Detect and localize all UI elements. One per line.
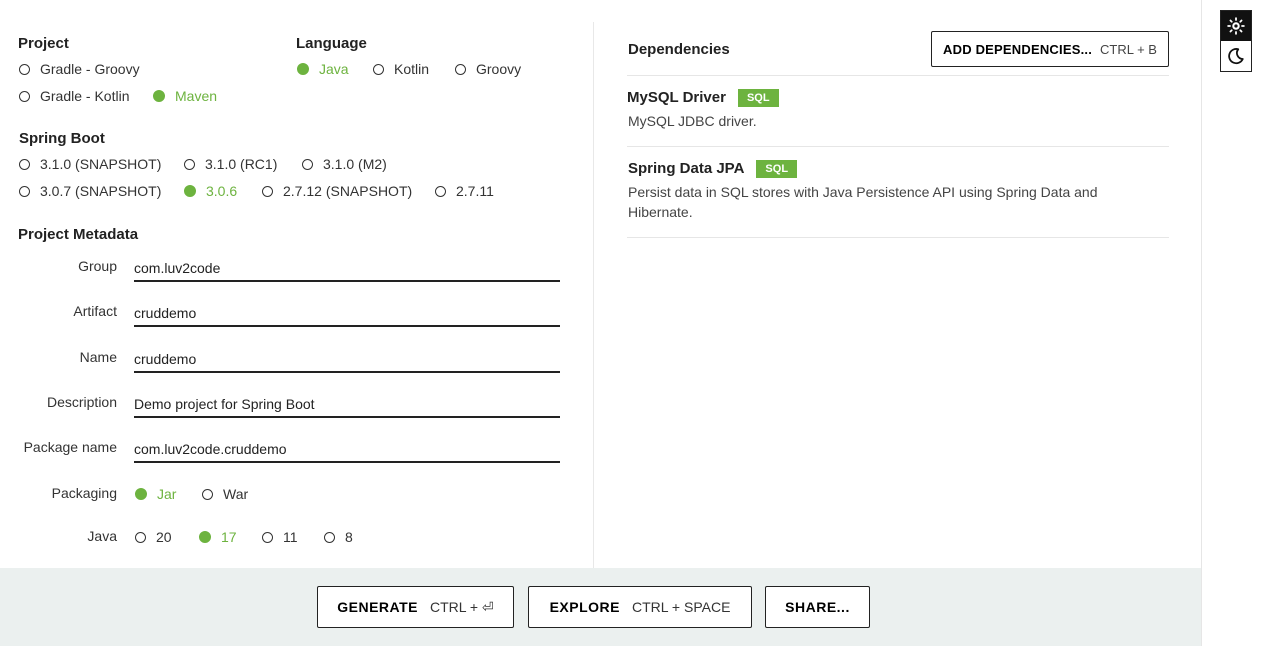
add-dependencies-button[interactable]: ADD DEPENDENCIES... CTRL + B [931,31,1169,67]
packaging-war-radio[interactable]: War [202,486,248,502]
project-heading: Project [18,35,69,52]
project-gradle-groovy-radio[interactable]: Gradle - Groovy [19,61,140,77]
boot-310-rc1-radio[interactable]: 3.1.0 (RC1) [184,156,277,172]
dark-theme-button[interactable] [1221,41,1251,71]
boot-310-m2-radio[interactable]: 3.1.0 (M2) [302,156,387,172]
light-theme-button[interactable] [1221,11,1251,41]
java-8-radio[interactable]: 8 [324,529,353,545]
dependency-badge: SQL [756,160,798,179]
options-column: Project Gradle - Groovy Gradle - Kotlin … [0,0,593,568]
boot-310-snapshot-radio[interactable]: 3.1.0 (SNAPSHOT) [19,156,161,172]
packaging-label: Packaging [51,485,117,501]
language-java-radio[interactable]: Java [297,61,349,77]
moon-icon [1228,48,1244,65]
dependency-badge: SQL [737,89,779,108]
language-groovy-radio[interactable]: Groovy [455,61,521,77]
dependency-description: MySQL JDBC driver. [628,113,757,129]
action-footer: GENERATE CTRL + ⏎ EXPLORE CTRL + SPACE SHA… [0,568,1201,646]
dependencies-heading: Dependencies [628,41,730,58]
java-17-radio[interactable]: 17 [199,529,237,545]
name-input[interactable] [134,347,560,373]
dependency-mysql-driver[interactable]: MySQL Driver SQL [627,89,779,108]
language-heading: Language [296,35,367,52]
sun-icon [1227,17,1245,35]
boot-306-radio[interactable]: 3.0.6 [184,183,237,199]
right-sidebar [1201,0,1268,646]
project-metadata-heading: Project Metadata [18,226,139,243]
boot-307-snapshot-radio[interactable]: 3.0.7 (SNAPSHOT) [19,183,161,199]
dependency-spring-data-jpa[interactable]: Spring Data JPA SQL [628,160,798,179]
project-maven-radio[interactable]: Maven [153,88,217,104]
name-label: Name [79,349,117,365]
share-button[interactable]: SHARE... [765,586,870,628]
dependencies-divider-top [627,75,1169,76]
project-gradle-kotlin-radio[interactable]: Gradle - Kotlin [19,88,129,104]
explore-button[interactable]: EXPLORE CTRL + SPACE [528,586,752,628]
dependency-divider [627,146,1169,147]
dependency-description: Persist data in SQL stores with Java Per… [628,184,1098,220]
theme-toggle [1220,10,1252,72]
spring-boot-heading: Spring Boot [19,130,105,147]
group-input[interactable] [134,256,560,282]
artifact-input[interactable] [134,301,560,327]
boot-2711-radio[interactable]: 2.7.11 [435,183,494,199]
java-20-radio[interactable]: 20 [135,529,172,545]
main-area: Project Gradle - Groovy Gradle - Kotlin … [0,0,1201,646]
description-label: Description [46,394,117,410]
boot-2712-snapshot-radio[interactable]: 2.7.12 (SNAPSHOT) [262,183,412,199]
packaging-jar-radio[interactable]: Jar [135,486,176,502]
language-kotlin-radio[interactable]: Kotlin [373,61,429,77]
dependencies-column: Dependencies ADD DEPENDENCIES... CTRL + … [594,0,1201,568]
artifact-label: Artifact [73,303,117,319]
package-name-input[interactable] [134,437,560,463]
java-label: Java [87,528,117,544]
dependency-divider [627,237,1169,238]
description-input[interactable] [134,392,560,418]
generate-button[interactable]: GENERATE CTRL + ⏎ [317,586,514,628]
group-label: Group [78,258,117,274]
package-name-label: Package name [23,439,117,455]
java-11-radio[interactable]: 11 [262,529,298,545]
